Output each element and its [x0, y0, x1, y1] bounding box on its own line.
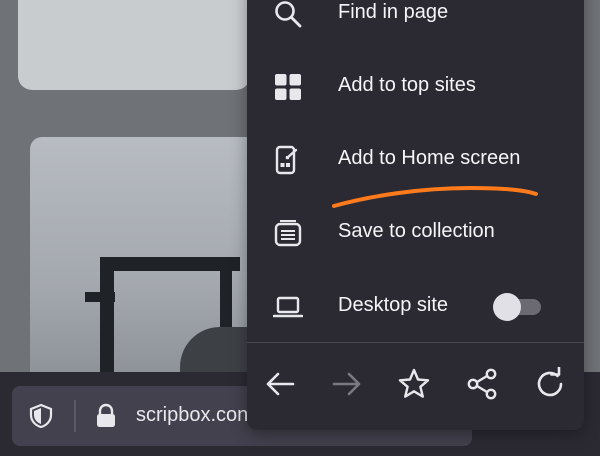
image-beam-bracket	[85, 292, 115, 302]
menu-item-label: Find in page	[338, 1, 449, 23]
reload-icon[interactable]	[533, 367, 567, 401]
menu-item-label: Desktop site	[338, 294, 449, 316]
add-to-home-icon	[275, 145, 298, 175]
menu-item-add-to-home-screen[interactable]: Add to Home screen	[247, 130, 584, 190]
laptop-icon	[273, 296, 303, 318]
background-article-image	[30, 137, 260, 387]
address-bar-separator	[74, 400, 76, 432]
url-text[interactable]: scripbox.con	[136, 404, 248, 427]
collection-icon	[274, 220, 302, 247]
menu-item-find-in-page[interactable]: Find in page	[247, 0, 584, 44]
tracking-protection-shield-icon[interactable]	[28, 403, 54, 429]
image-beam-vertical-left	[100, 257, 114, 387]
toggle-knob	[493, 293, 521, 321]
browser-menu: Find in page Add to top sites Add to Hom…	[247, 0, 584, 430]
bookmark-star-icon[interactable]	[397, 367, 431, 401]
grid-icon	[275, 74, 301, 100]
menu-item-save-to-collection[interactable]: Save to collection	[247, 203, 584, 263]
forward-arrow-icon[interactable]	[330, 367, 364, 401]
menu-divider	[247, 342, 584, 343]
menu-item-label: Add to Home screen	[338, 147, 521, 169]
menu-item-label: Add to top sites	[338, 74, 476, 96]
image-beam-horizontal	[100, 257, 240, 271]
desktop-site-toggle[interactable]	[493, 293, 543, 321]
lock-icon[interactable]	[92, 402, 120, 430]
menu-item-desktop-site[interactable]: Desktop site	[247, 277, 584, 337]
share-icon[interactable]	[465, 367, 499, 401]
search-icon	[275, 1, 302, 28]
menu-item-label: Save to collection	[338, 220, 495, 242]
menu-item-add-to-top-sites[interactable]: Add to top sites	[247, 57, 584, 117]
background-card	[18, 0, 250, 90]
back-arrow-icon[interactable]	[263, 367, 297, 401]
